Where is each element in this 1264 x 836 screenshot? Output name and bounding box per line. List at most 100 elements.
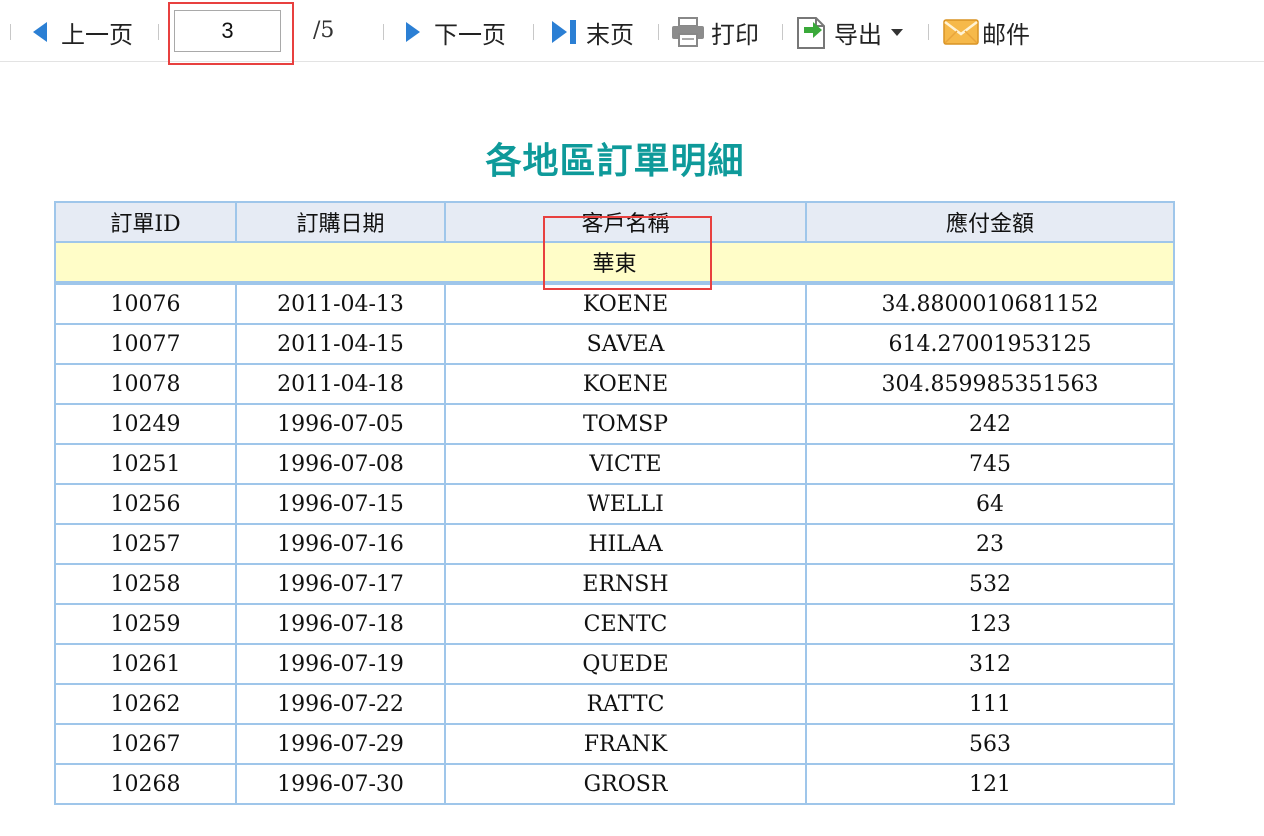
toolbar-separator <box>658 24 659 40</box>
cell-order-id: 10256 <box>54 483 237 525</box>
cell-amount: 614.27001953125 <box>805 323 1175 365</box>
print-button[interactable]: 打印 <box>670 12 759 52</box>
print-label: 打印 <box>711 20 759 49</box>
cell-amount: 34.8800010681152 <box>805 281 1175 325</box>
printer-icon <box>672 17 704 47</box>
toolbar-separator <box>10 24 11 40</box>
last-page-label: 末页 <box>586 20 634 49</box>
cell-order-date: 1996-07-05 <box>235 403 446 445</box>
page-input-highlight <box>168 2 294 65</box>
toolbar-separator <box>383 24 384 40</box>
cell-order-date: 1996-07-17 <box>235 563 446 605</box>
cell-amount: 304.859985351563 <box>805 363 1175 405</box>
cell-order-date: 1996-07-15 <box>235 483 446 525</box>
prev-page-button[interactable]: 上一页 <box>30 12 133 52</box>
cell-order-date: 1996-07-29 <box>235 723 446 765</box>
export-label: 导出 <box>834 20 882 49</box>
cell-order-date: 2011-04-18 <box>235 363 446 405</box>
table-row: 10251 1996-07-08 VICTE 745 <box>54 443 1175 485</box>
orders-table: 訂單ID 訂購日期 客戶名稱 應付金額 華東 10076 2011-04-13 KO… <box>54 201 1175 805</box>
cell-order-id: 10078 <box>54 363 237 405</box>
report-title: 各地區訂單明細 <box>485 140 745 182</box>
cell-customer: KOENE <box>444 281 807 325</box>
cell-customer: QUEDE <box>444 643 807 685</box>
page-total: /5 <box>313 18 335 43</box>
cell-order-id: 10268 <box>54 763 237 805</box>
cell-order-id: 10249 <box>54 403 237 445</box>
cell-amount: 745 <box>805 443 1175 485</box>
cell-amount: 64 <box>805 483 1175 525</box>
table-row: 10262 1996-07-22 RATTC 111 <box>54 683 1175 725</box>
prev-page-label: 上一页 <box>61 20 133 49</box>
table-header-row: 訂單ID 訂購日期 客戶名稱 應付金額 <box>54 201 1175 243</box>
cell-order-id: 10077 <box>54 323 237 365</box>
cell-order-id: 10251 <box>54 443 237 485</box>
last-page-button[interactable]: 末页 <box>549 12 634 52</box>
table-row: 10268 1996-07-30 GROSR 121 <box>54 763 1175 805</box>
cell-customer: RATTC <box>444 683 807 725</box>
next-page-label: 下一页 <box>434 20 506 49</box>
cell-amount: 532 <box>805 563 1175 605</box>
table-row: 10267 1996-07-29 FRANK 563 <box>54 723 1175 765</box>
table-row: 10077 2011-04-15 SAVEA 614.27001953125 <box>54 323 1175 365</box>
next-page-button[interactable]: 下一页 <box>403 12 506 52</box>
mail-button[interactable]: 邮件 <box>943 12 1030 52</box>
cell-order-id: 10257 <box>54 523 237 565</box>
cell-order-date: 1996-07-16 <box>235 523 446 565</box>
header-order-id: 訂單ID <box>54 201 237 243</box>
cell-order-date: 1996-07-08 <box>235 443 446 485</box>
export-icon <box>797 17 825 49</box>
cell-amount: 123 <box>805 603 1175 645</box>
cell-customer: GROSR <box>444 763 807 805</box>
cell-customer: WELLI <box>444 483 807 525</box>
cell-amount: 23 <box>805 523 1175 565</box>
cell-order-date: 1996-07-22 <box>235 683 446 725</box>
cell-customer: VICTE <box>444 443 807 485</box>
cell-amount: 563 <box>805 723 1175 765</box>
cell-order-date: 2011-04-13 <box>235 281 446 325</box>
toolbar-separator <box>928 24 929 40</box>
cell-order-id: 10262 <box>54 683 237 725</box>
table-row: 10259 1996-07-18 CENTC 123 <box>54 603 1175 645</box>
header-amount: 應付金額 <box>805 201 1175 243</box>
group-label: 華東 <box>54 241 1175 284</box>
cell-customer: KOENE <box>444 363 807 405</box>
mail-label: 邮件 <box>982 20 1030 49</box>
cell-order-id: 10076 <box>54 281 237 325</box>
cell-customer: SAVEA <box>444 323 807 365</box>
toolbar-separator <box>533 24 534 40</box>
export-button[interactable]: 导出 <box>796 12 904 52</box>
caret-down-icon <box>891 29 903 36</box>
cell-customer: TOMSP <box>444 403 807 445</box>
table-row: 10261 1996-07-19 QUEDE 312 <box>54 643 1175 685</box>
header-order-date: 訂購日期 <box>235 201 446 243</box>
toolbar-separator <box>782 24 783 40</box>
cell-order-date: 1996-07-19 <box>235 643 446 685</box>
toolbar-separator <box>158 24 159 40</box>
cell-customer: HILAA <box>444 523 807 565</box>
table-row: 10076 2011-04-13 KOENE 34.8800010681152 <box>54 281 1175 325</box>
cell-order-date: 1996-07-30 <box>235 763 446 805</box>
group-row: 華東 <box>54 241 1175 284</box>
envelope-icon <box>943 19 979 45</box>
last-page-icon <box>552 20 576 44</box>
cell-order-id: 10267 <box>54 723 237 765</box>
table-row: 10256 1996-07-15 WELLI 64 <box>54 483 1175 525</box>
cell-customer: FRANK <box>444 723 807 765</box>
table-row: 10249 1996-07-05 TOMSP 242 <box>54 403 1175 445</box>
cell-customer: ERNSH <box>444 563 807 605</box>
cell-amount: 312 <box>805 643 1175 685</box>
header-customer: 客戶名稱 <box>444 201 807 243</box>
triangle-left-icon <box>33 22 47 42</box>
cell-order-id: 10261 <box>54 643 237 685</box>
cell-order-date: 1996-07-18 <box>235 603 446 645</box>
table-row: 10078 2011-04-18 KOENE 304.859985351563 <box>54 363 1175 405</box>
cell-customer: CENTC <box>444 603 807 645</box>
cell-order-date: 2011-04-15 <box>235 323 446 365</box>
report-toolbar: 上一页 /5 下一页 末页 打印 <box>0 0 1264 65</box>
cell-amount: 111 <box>805 683 1175 725</box>
cell-order-id: 10259 <box>54 603 237 645</box>
table-row: 10258 1996-07-17 ERNSH 532 <box>54 563 1175 605</box>
cell-order-id: 10258 <box>54 563 237 605</box>
cell-amount: 121 <box>805 763 1175 805</box>
